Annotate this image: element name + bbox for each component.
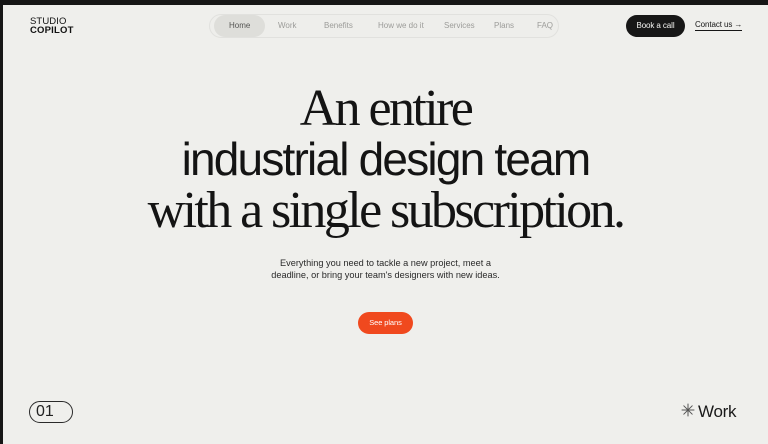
logo[interactable]: STUDIO COPILOT: [30, 17, 74, 36]
headline-line-3: with a single subscription.: [147, 182, 626, 239]
nav-item-home[interactable]: Home: [214, 15, 266, 37]
nav-item-faq[interactable]: FAQ: [537, 15, 553, 37]
hero-headline: An entire industrial design team with a …: [3, 80, 768, 239]
logo-line-copilot: COPILOT: [30, 25, 74, 36]
headline-line-1: An entire: [299, 80, 474, 137]
subtitle-line-1: Everything you need to tackle a new proj…: [280, 258, 491, 268]
see-plans-button[interactable]: See plans: [358, 312, 413, 334]
asterisk-icon: [681, 403, 695, 417]
section-counter: 01: [29, 401, 73, 423]
nav-item-work[interactable]: Work: [278, 15, 297, 37]
hero-subtitle: Everything you need to tackle a new proj…: [3, 257, 768, 281]
contact-link[interactable]: Contact us →: [695, 20, 742, 31]
headline-line-2: industrial design team: [181, 133, 592, 185]
main-nav: Home Work Benefits How we do it Services…: [209, 14, 559, 38]
section-work-link[interactable]: Work: [681, 401, 736, 423]
book-call-button[interactable]: Book a call: [626, 15, 685, 37]
nav-item-services[interactable]: Services: [444, 15, 475, 37]
nav-item-plans[interactable]: Plans: [494, 15, 514, 37]
section-label-text: Work: [698, 402, 737, 421]
nav-item-how-we-do-it[interactable]: How we do it: [378, 15, 424, 37]
nav-item-benefits[interactable]: Benefits: [324, 15, 353, 37]
subtitle-line-2: deadline, or bring your team's designers…: [271, 270, 500, 280]
page: STUDIO COPILOT Home Work Benefits How we…: [3, 5, 768, 444]
section-counter-number: 01: [36, 403, 54, 420]
